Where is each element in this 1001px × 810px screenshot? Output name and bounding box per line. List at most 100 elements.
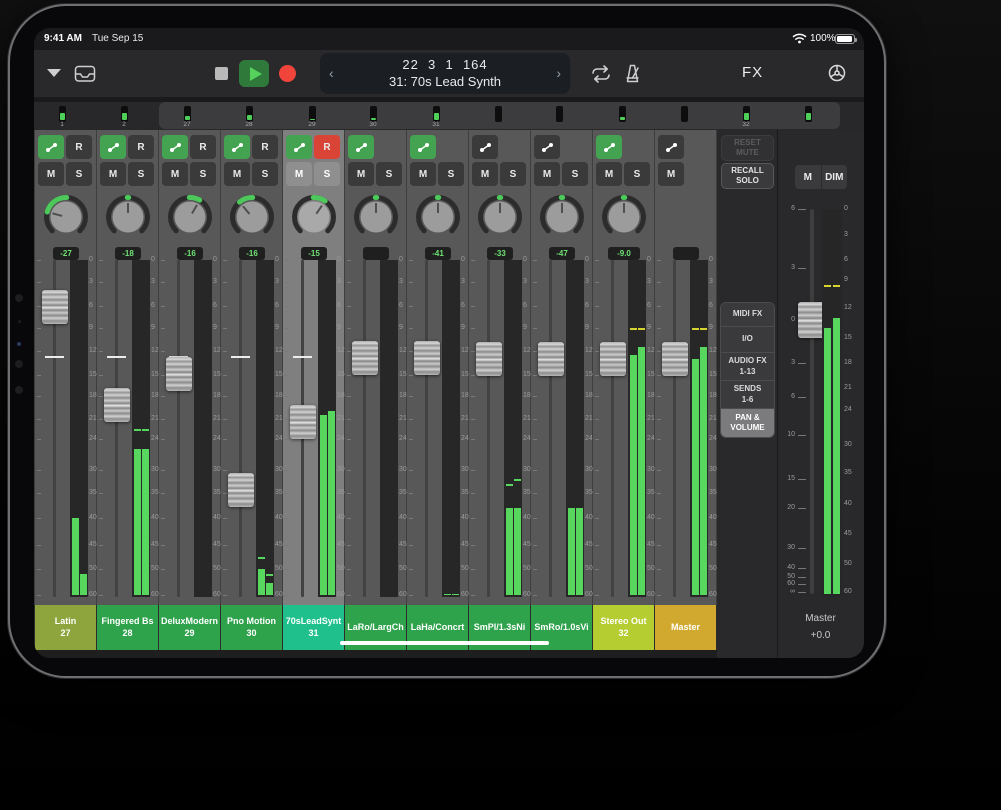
lcd-display[interactable]: ‹ 22 3 1 164 31: 70s Lead Synth ›	[320, 53, 570, 94]
record-enable-button[interactable]: R	[190, 135, 216, 159]
cycle-icon[interactable]	[590, 64, 612, 84]
mute-button[interactable]: M	[348, 162, 374, 186]
fader-track[interactable]	[115, 260, 118, 597]
overview-mini-meter[interactable]	[246, 106, 253, 122]
record-enable-button[interactable]: R	[66, 135, 92, 159]
solo-button[interactable]: S	[376, 162, 402, 186]
mute-button[interactable]: M	[596, 162, 622, 186]
pan-knob[interactable]	[601, 194, 647, 240]
record-button[interactable]	[279, 65, 296, 82]
overview-mini-meter[interactable]	[495, 106, 502, 122]
fader-track[interactable]	[673, 260, 676, 597]
stop-button[interactable]	[215, 67, 228, 80]
fader-track[interactable]	[487, 260, 490, 597]
play-button[interactable]	[239, 60, 269, 87]
pan-knob[interactable]	[167, 194, 213, 240]
fader-track[interactable]	[239, 260, 242, 597]
mute-button[interactable]: M	[534, 162, 560, 186]
sends-button[interactable]: SENDS 1-6	[721, 381, 774, 409]
io-button[interactable]: I/O	[721, 327, 774, 353]
mute-button[interactable]: M	[286, 162, 312, 186]
fader-cap[interactable]	[476, 342, 502, 376]
mute-button[interactable]: M	[658, 162, 684, 186]
record-enable-button[interactable]: R	[252, 135, 278, 159]
master-mute-button[interactable]: M	[795, 165, 822, 189]
mute-button[interactable]: M	[38, 162, 64, 186]
solo-button[interactable]: S	[624, 162, 650, 186]
disclosure-chevron-icon[interactable]	[47, 69, 61, 77]
fader-cap[interactable]	[166, 357, 192, 391]
fader-cap[interactable]	[352, 341, 378, 375]
overview-mini-meter[interactable]	[681, 106, 688, 122]
midi-fx-button[interactable]: MIDI FX	[721, 303, 774, 327]
fader-track[interactable]	[177, 260, 180, 597]
pan-knob[interactable]	[353, 194, 399, 240]
track-label-31[interactable]: 70sLeadSynt31	[283, 605, 344, 650]
fader-track[interactable]	[549, 260, 552, 597]
reset-mute-button[interactable]: RESET MUTE	[721, 135, 774, 161]
overview-mini-meter[interactable]	[121, 106, 128, 122]
track-label-master[interactable]: Master	[655, 605, 716, 650]
overview-mini-meter[interactable]	[743, 106, 750, 122]
fader-cap[interactable]	[228, 473, 254, 507]
pan-knob[interactable]	[229, 194, 275, 240]
track-overview-ruler[interactable]: 12272829303132	[34, 102, 864, 130]
settings-icon[interactable]	[827, 63, 847, 83]
automation-button[interactable]	[348, 135, 374, 159]
metronome-icon[interactable]	[622, 63, 643, 84]
record-enable-button[interactable]: R	[128, 135, 154, 159]
automation-button[interactable]	[100, 135, 126, 159]
fx-button[interactable]: FX	[742, 64, 763, 81]
pan-knob[interactable]	[539, 194, 585, 240]
record-enable-button[interactable]: R	[314, 135, 340, 159]
fader-track[interactable]	[363, 260, 366, 597]
fader-cap[interactable]	[538, 342, 564, 376]
fader-cap[interactable]	[290, 405, 316, 439]
pan-knob[interactable]	[291, 194, 337, 240]
track-label-32[interactable]: Stereo Out32	[593, 605, 654, 650]
solo-button[interactable]: S	[190, 162, 216, 186]
track-label-29[interactable]: DeluxModern29	[159, 605, 220, 650]
mute-button[interactable]: M	[162, 162, 188, 186]
pan-volume-button[interactable]: PAN & VOLUME	[721, 409, 774, 437]
pan-knob[interactable]	[477, 194, 523, 240]
solo-button[interactable]: S	[438, 162, 464, 186]
solo-button[interactable]: S	[252, 162, 278, 186]
automation-button[interactable]	[658, 135, 684, 159]
fader-cap[interactable]	[600, 342, 626, 376]
mute-button[interactable]: M	[224, 162, 250, 186]
master-dim-button[interactable]: DIM	[822, 165, 848, 189]
overview-mini-meter[interactable]	[59, 106, 66, 122]
horizontal-scrollbar[interactable]	[340, 641, 549, 645]
fader-track[interactable]	[611, 260, 614, 597]
overview-mini-meter[interactable]	[184, 106, 191, 122]
track-label-28[interactable]: Fingered Bs28	[97, 605, 158, 650]
audio-fx-button[interactable]: AUDIO FX 1-13	[721, 353, 774, 381]
automation-button[interactable]	[472, 135, 498, 159]
fader-cap[interactable]	[104, 388, 130, 422]
track-label-27[interactable]: Latin27	[35, 605, 96, 650]
mute-button[interactable]: M	[410, 162, 436, 186]
pan-knob[interactable]	[43, 194, 89, 240]
automation-button[interactable]	[286, 135, 312, 159]
fader-cap[interactable]	[42, 290, 68, 324]
automation-button[interactable]	[596, 135, 622, 159]
overview-mini-meter[interactable]	[619, 106, 626, 122]
solo-button[interactable]: S	[562, 162, 588, 186]
automation-button[interactable]	[162, 135, 188, 159]
pan-knob[interactable]	[105, 194, 151, 240]
automation-button[interactable]	[534, 135, 560, 159]
solo-button[interactable]: S	[66, 162, 92, 186]
lcd-next-icon[interactable]: ›	[556, 65, 561, 81]
overview-mini-meter[interactable]	[309, 106, 316, 122]
mute-button[interactable]: M	[472, 162, 498, 186]
pan-knob[interactable]	[415, 194, 461, 240]
fader-cap[interactable]	[414, 341, 440, 375]
master-fader-track[interactable]	[810, 209, 814, 594]
tray-icon[interactable]	[74, 65, 96, 83]
fader-cap[interactable]	[662, 342, 688, 376]
overview-mini-meter[interactable]	[805, 106, 812, 122]
automation-button[interactable]	[410, 135, 436, 159]
automation-button[interactable]	[38, 135, 64, 159]
solo-button[interactable]: S	[314, 162, 340, 186]
